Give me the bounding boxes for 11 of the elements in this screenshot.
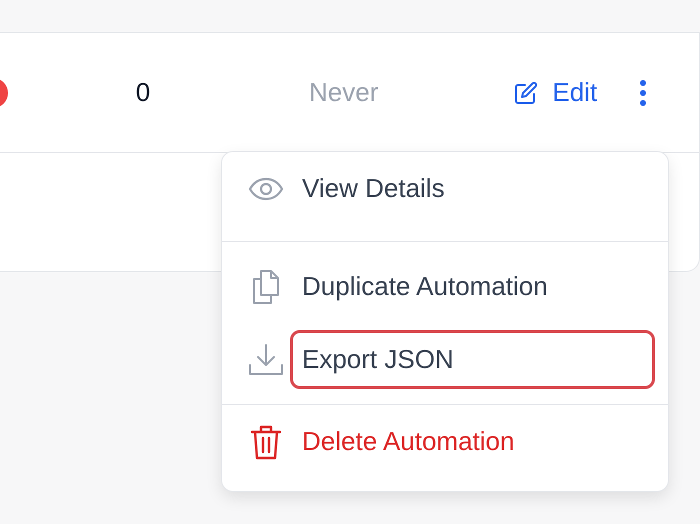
- menu-item[interactable]: Duplicate Automation: [222, 250, 668, 323]
- edit-button[interactable]: Edit: [514, 77, 598, 108]
- last-run: Never: [309, 77, 378, 108]
- trash-icon: [248, 424, 284, 460]
- more-icon[interactable]: [639, 78, 648, 106]
- eye-icon: [248, 176, 284, 200]
- pencil-icon: [514, 80, 538, 104]
- menu-item[interactable]: View Details: [222, 152, 668, 225]
- menu-item[interactable]: Delete Automation: [222, 405, 668, 478]
- download-icon: [248, 342, 284, 376]
- run-count: 0: [134, 77, 152, 108]
